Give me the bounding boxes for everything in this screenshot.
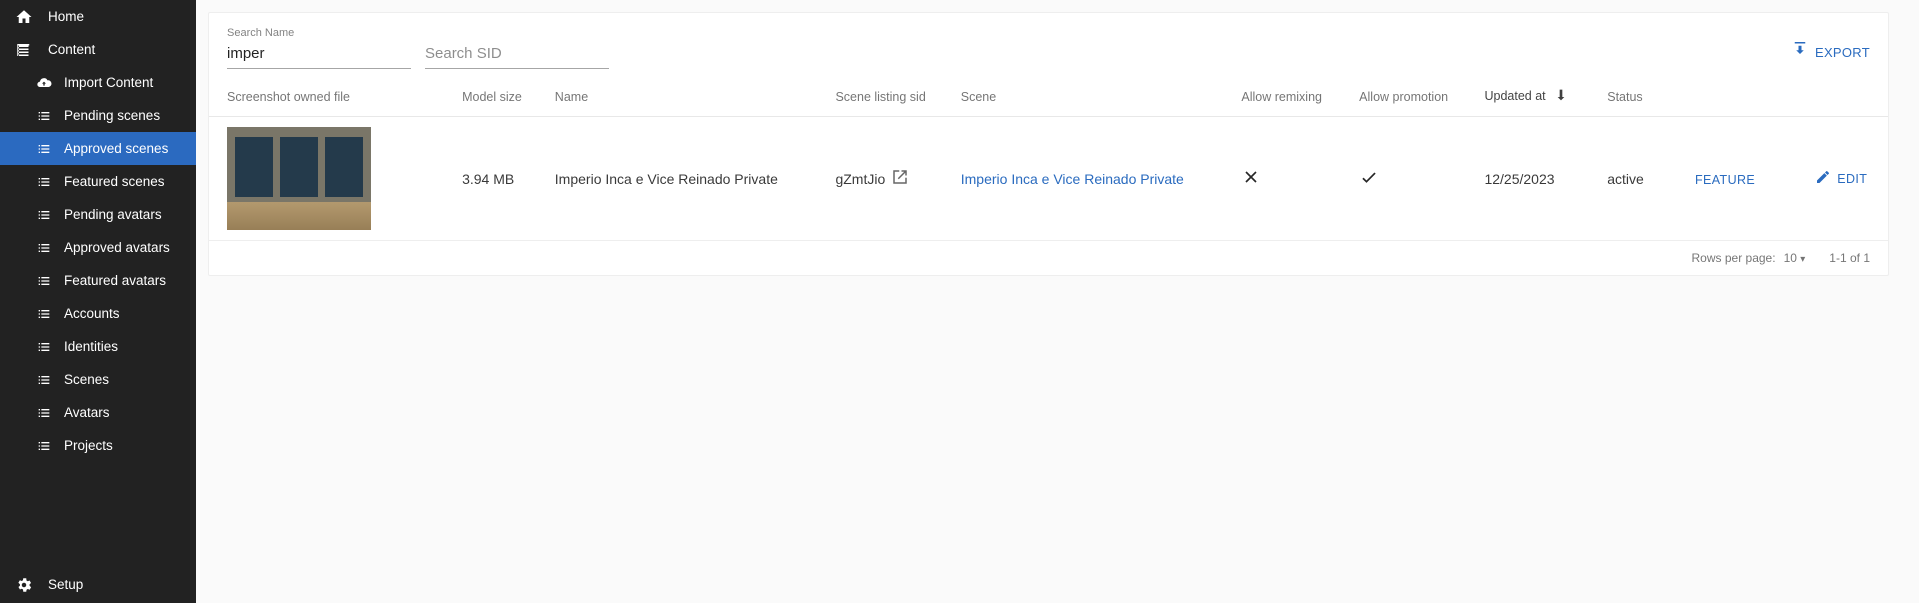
rows-per-page-value: 10 xyxy=(1784,251,1797,265)
sidebar-item-label: Scenes xyxy=(64,372,109,387)
col-scene-listing-sid[interactable]: Scene listing sid xyxy=(825,77,950,117)
sidebar-item-approved-scenes[interactable]: Approved scenes xyxy=(0,132,196,165)
cell-allow-promotion xyxy=(1349,117,1474,241)
col-actions-edit xyxy=(1805,77,1888,117)
search-name-input[interactable] xyxy=(227,41,411,69)
sidebar-item-avatars[interactable]: Avatars xyxy=(0,396,196,429)
list-icon xyxy=(34,339,54,355)
feature-label: FEATURE xyxy=(1695,173,1755,187)
search-sid-input[interactable] xyxy=(425,41,609,69)
home-icon xyxy=(14,8,34,26)
sidebar-content[interactable]: Content xyxy=(0,33,196,66)
sidebar-item-pending-avatars[interactable]: Pending avatars xyxy=(0,198,196,231)
col-actions-feature xyxy=(1685,77,1805,117)
sidebar-content-label: Content xyxy=(48,42,95,57)
open-external-icon[interactable] xyxy=(891,168,909,189)
cell-name: Imperio Inca e Vice Reinado Private xyxy=(545,117,826,241)
sidebar-setup-label: Setup xyxy=(48,577,83,592)
rows-per-page-select[interactable]: 10 ▾ xyxy=(1784,251,1806,265)
cell-updated-at: 12/25/2023 xyxy=(1474,117,1597,241)
sidebar: Home Content Import Content Pending scen… xyxy=(0,0,196,603)
search-name-field: Search Name xyxy=(227,27,411,69)
list-icon xyxy=(34,141,54,157)
table-pagination: Rows per page: 10 ▾ 1-1 of 1 xyxy=(209,241,1888,275)
download-icon xyxy=(1791,42,1809,63)
list-icon xyxy=(34,207,54,223)
sidebar-item-label: Pending avatars xyxy=(64,207,162,222)
pagination-range: 1-1 of 1 xyxy=(1829,251,1870,265)
col-updated-at-label: Updated at xyxy=(1484,89,1545,103)
cell-scene-link[interactable]: Imperio Inca e Vice Reinado Private xyxy=(961,171,1184,187)
edit-button[interactable]: EDIT xyxy=(1815,169,1867,188)
sidebar-item-scenes[interactable]: Scenes xyxy=(0,363,196,396)
sidebar-item-label: Featured scenes xyxy=(64,174,165,189)
cell-allow-remixing xyxy=(1231,117,1349,241)
sidebar-item-pending-scenes[interactable]: Pending scenes xyxy=(0,99,196,132)
scene-thumbnail[interactable] xyxy=(227,127,371,230)
feature-button[interactable]: FEATURE xyxy=(1695,173,1755,187)
sidebar-item-approved-avatars[interactable]: Approved avatars xyxy=(0,231,196,264)
table-row[interactable]: 3.94 MB Imperio Inca e Vice Reinado Priv… xyxy=(209,117,1888,241)
export-button[interactable]: EXPORT xyxy=(1791,42,1870,69)
edit-label: EDIT xyxy=(1837,172,1867,186)
export-label: EXPORT xyxy=(1815,45,1870,60)
scenes-table: Screenshot owned file Model size Name Sc… xyxy=(209,77,1888,241)
list-icon xyxy=(34,372,54,388)
col-allow-remixing[interactable]: Allow remixing xyxy=(1231,77,1349,117)
sort-desc-icon xyxy=(1553,87,1569,106)
sidebar-setup[interactable]: Setup xyxy=(0,570,196,603)
book-icon xyxy=(14,41,34,59)
col-screenshot[interactable]: Screenshot owned file xyxy=(209,77,452,117)
list-icon xyxy=(34,306,54,322)
cell-sid: gZmtJio xyxy=(835,171,885,187)
sidebar-item-label: Import Content xyxy=(64,75,153,90)
sidebar-home[interactable]: Home xyxy=(0,0,196,33)
sidebar-item-label: Approved avatars xyxy=(64,240,170,255)
pencil-icon xyxy=(1815,169,1831,188)
sidebar-item-featured-scenes[interactable]: Featured scenes xyxy=(0,165,196,198)
sidebar-item-accounts[interactable]: Accounts xyxy=(0,297,196,330)
sidebar-home-label: Home xyxy=(48,9,84,24)
caret-down-icon: ▾ xyxy=(1800,254,1805,265)
main-content: Search Name EXPORT Screen xyxy=(196,0,1919,603)
col-name[interactable]: Name xyxy=(545,77,826,117)
list-icon xyxy=(34,174,54,190)
cloud-upload-icon xyxy=(34,75,54,91)
list-icon xyxy=(34,405,54,421)
list-icon xyxy=(34,438,54,454)
table-header-row: Screenshot owned file Model size Name Sc… xyxy=(209,77,1888,117)
sidebar-item-import-content[interactable]: Import Content xyxy=(0,66,196,99)
col-updated-at[interactable]: Updated at xyxy=(1474,77,1597,117)
sidebar-item-label: Approved scenes xyxy=(64,141,168,156)
sidebar-item-label: Identities xyxy=(64,339,118,354)
list-icon xyxy=(34,273,54,289)
sidebar-item-label: Projects xyxy=(64,438,113,453)
col-model-size[interactable]: Model size xyxy=(452,77,545,117)
col-allow-promotion[interactable]: Allow promotion xyxy=(1349,77,1474,117)
list-icon xyxy=(34,108,54,124)
sidebar-item-identities[interactable]: Identities xyxy=(0,330,196,363)
search-sid-field xyxy=(425,27,609,69)
data-card: Search Name EXPORT Screen xyxy=(208,12,1889,276)
sidebar-item-label: Featured avatars xyxy=(64,273,166,288)
sidebar-item-featured-avatars[interactable]: Featured avatars xyxy=(0,264,196,297)
search-name-label: Search Name xyxy=(227,27,294,39)
sidebar-item-label: Accounts xyxy=(64,306,120,321)
list-icon xyxy=(34,240,54,256)
cell-status: active xyxy=(1597,117,1685,241)
sidebar-item-projects[interactable]: Projects xyxy=(0,429,196,462)
rows-per-page-label: Rows per page: xyxy=(1692,251,1776,265)
sidebar-item-label: Pending scenes xyxy=(64,108,160,123)
sidebar-item-label: Avatars xyxy=(64,405,110,420)
cell-model-size: 3.94 MB xyxy=(452,117,545,241)
gear-icon xyxy=(14,576,34,594)
col-scene[interactable]: Scene xyxy=(951,77,1232,117)
col-status[interactable]: Status xyxy=(1597,77,1685,117)
toolbar: Search Name EXPORT xyxy=(209,13,1888,77)
